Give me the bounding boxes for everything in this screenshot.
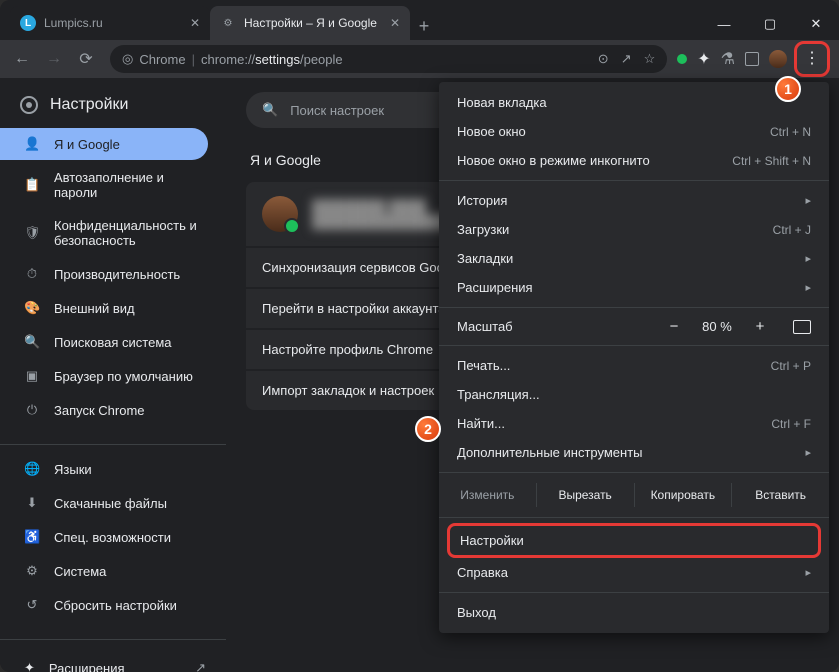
reload-button[interactable]: ⟳ [72, 45, 100, 73]
sidebar-item[interactable]: 📋Автозаполнение и пароли [0, 162, 208, 208]
zoom-out-button[interactable]: − [663, 318, 685, 335]
menu-exit[interactable]: Выход [439, 598, 829, 627]
browser-icon: ▣ [24, 368, 40, 384]
search-icon: 🔍 [24, 334, 40, 350]
paint-icon: 🎨 [24, 300, 40, 316]
tab-label: Lumpics.ru [44, 16, 182, 30]
menu-more-tools[interactable]: Дополнительные инструменты▸ [439, 438, 829, 467]
shield-icon: 🛡 [24, 225, 40, 241]
sidebar: Настройки 👤Я и Google📋Автозаполнение и п… [0, 78, 226, 672]
menu-cast[interactable]: Трансляция... [439, 380, 829, 409]
edit-label: Изменить [439, 483, 537, 507]
share-icon[interactable]: ↗ [621, 51, 632, 67]
sidebar-item[interactable]: 🎨Внешний вид [0, 292, 208, 324]
annotation-badge-2: 2 [415, 416, 441, 442]
chrome-logo-icon [20, 96, 38, 114]
tab-label: Настройки – Я и Google [244, 16, 382, 30]
sidebar-item[interactable]: 👤Я и Google [0, 128, 208, 160]
minimize-button[interactable]: — [701, 8, 747, 40]
forward-button[interactable]: → [40, 45, 68, 73]
extensions-icon[interactable]: ✦ [697, 49, 710, 69]
chrome-icon: ◎ [122, 51, 133, 67]
menu-edit-row: Изменить Вырезать Копировать Вставить [439, 478, 829, 512]
zoom-in-button[interactable]: + [749, 318, 771, 335]
app-title: Настройки [0, 78, 226, 128]
close-tab-icon[interactable]: ✕ [390, 16, 400, 30]
edit-copy[interactable]: Копировать [635, 483, 733, 507]
menu-settings[interactable]: Настройки [450, 526, 818, 555]
sidebar-item[interactable]: 🛡Конфиденциальность и безопасность [0, 210, 208, 256]
download-icon: ⬇ [24, 495, 40, 511]
menu-help[interactable]: Справка▸ [439, 558, 829, 587]
bookmark-star-icon[interactable]: ☆ [644, 51, 656, 67]
kebab-menu-button[interactable]: ⋮ [797, 44, 827, 74]
back-button[interactable]: ← [8, 45, 36, 73]
globe-icon: 🌐 [24, 461, 40, 477]
system-icon: ⚙ [24, 563, 40, 579]
avatar [262, 196, 298, 232]
lens-icon[interactable]: ⊙ [598, 51, 609, 67]
toolbar: ← → ⟳ ◎ Chrome | chrome://settings/peopl… [0, 40, 839, 78]
tab-lumpics[interactable]: L Lumpics.ru ✕ [10, 6, 210, 40]
profile-avatar[interactable] [769, 50, 787, 68]
gear-icon: ⚙ [220, 15, 236, 31]
menu-new-tab[interactable]: Новая вкладка [439, 88, 829, 117]
labs-icon[interactable]: ⚗ [721, 49, 735, 69]
sidebar-item[interactable]: ⚙Система [0, 555, 208, 587]
address-bar[interactable]: ◎ Chrome | chrome://settings/people ⊙ ↗ … [110, 45, 667, 73]
sidebar-item[interactable]: ⏱Производительность [0, 258, 208, 290]
menu-incognito[interactable]: Новое окно в режиме инкогнитоCtrl + Shif… [439, 146, 829, 175]
fullscreen-button[interactable] [793, 320, 811, 334]
external-link-icon: ↗ [195, 660, 206, 672]
menu-history[interactable]: История▸ [439, 186, 829, 215]
close-tab-icon[interactable]: ✕ [190, 16, 200, 30]
sidebar-item[interactable]: ▣Браузер по умолчанию [0, 360, 208, 392]
menu-downloads[interactable]: ЗагрузкиCtrl + J [439, 215, 829, 244]
power-icon: ⏻ [24, 402, 40, 418]
puzzle-icon: ✦ [24, 660, 35, 672]
edit-paste[interactable]: Вставить [732, 483, 829, 507]
edit-cut[interactable]: Вырезать [537, 483, 635, 507]
menu-extensions[interactable]: Расширения▸ [439, 273, 829, 302]
sidebar-item[interactable]: ♿Спец. возможности [0, 521, 208, 553]
sidebar-item[interactable]: 🌐Языки [0, 453, 208, 485]
sidebar-item[interactable]: ⬇Скачанные файлы [0, 487, 208, 519]
zoom-value: 80 % [693, 319, 741, 334]
close-window-button[interactable]: ✕ [793, 8, 839, 40]
reset-icon: ↺ [24, 597, 40, 613]
autofill-icon: 📋 [24, 177, 40, 193]
maximize-button[interactable]: ▢ [747, 8, 793, 40]
menu-find[interactable]: Найти...Ctrl + F [439, 409, 829, 438]
status-indicator [677, 54, 687, 64]
annotation-badge-1: 1 [775, 76, 801, 102]
access-icon: ♿ [24, 529, 40, 545]
person-icon: 👤 [24, 136, 40, 152]
annotation-highlight [794, 41, 830, 77]
search-icon: 🔍 [262, 102, 278, 118]
sidebar-extensions[interactable]: ✦ Расширения ↗ [0, 648, 226, 672]
menu-new-window[interactable]: Новое окноCtrl + N [439, 117, 829, 146]
menu-zoom: Масштаб − 80 % + [439, 313, 829, 340]
menu-print[interactable]: Печать...Ctrl + P [439, 351, 829, 380]
sidebar-item[interactable]: ⏻Запуск Chrome [0, 394, 208, 426]
titlebar: L Lumpics.ru ✕ ⚙ Настройки – Я и Google … [0, 0, 839, 40]
sidebar-item[interactable]: ↺Сбросить настройки [0, 589, 208, 621]
tab-settings[interactable]: ⚙ Настройки – Я и Google ✕ [210, 6, 410, 40]
panel-icon[interactable] [745, 52, 759, 66]
chrome-menu: Новая вкладка Новое окноCtrl + N Новое о… [439, 82, 829, 633]
speed-icon: ⏱ [24, 266, 40, 282]
sidebar-item[interactable]: 🔍Поисковая система [0, 326, 208, 358]
new-tab-button[interactable]: + [410, 12, 438, 40]
menu-bookmarks[interactable]: Закладки▸ [439, 244, 829, 273]
